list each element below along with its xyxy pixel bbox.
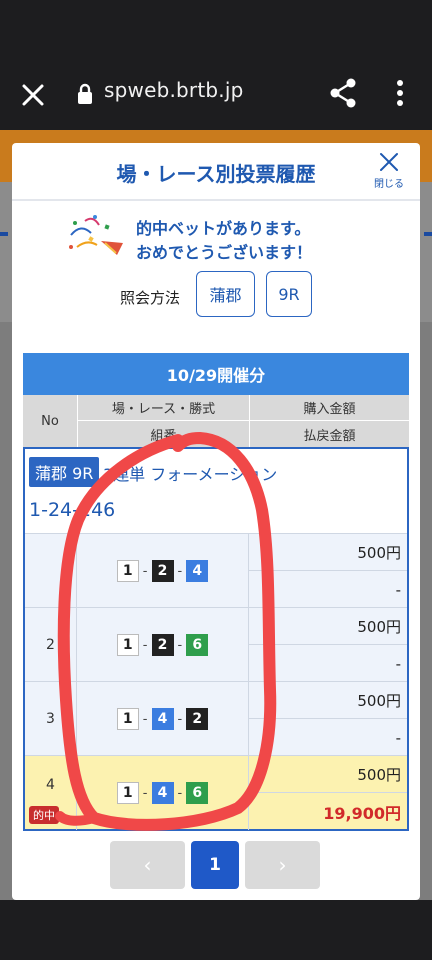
boat-number: 2 [151,560,174,582]
header-payout-amount: 払戻金額 [249,421,409,447]
close-icon [380,153,398,171]
amount-cell: 500円 - [249,682,407,756]
bet-history-table: 10/29開催分 No 場・レース・勝式 購入金額 組番 払戻金額 蒲郡 9R … [23,353,409,831]
table-row: 1- 2- 4 500円 - [25,533,407,608]
boat-number: 6 [186,782,209,804]
boat-number: 2 [151,634,174,656]
payout-amount: - [395,580,401,599]
combination-cell: 1- 2- 4 [77,534,249,608]
status-bar [0,0,432,60]
current-page-button[interactable]: 1 [191,841,239,889]
boat-number: 4 [151,708,174,730]
share-icon[interactable] [328,77,358,109]
table-row: 3 1- 4- 2 500円 - [25,681,407,756]
modal-header: 場・レース別投票履歴 閉じる [12,143,420,201]
formation-label: 1-24-246 [29,499,116,521]
payout-amount: 19,900円 [323,803,401,823]
history-modal: 場・レース別投票履歴 閉じる 的中ベットがあります。 おめでとうございます！ 照… [12,143,420,900]
row-no: 3 [25,682,77,756]
combination-cell: 1- 2- 6 [77,608,249,682]
prev-page-button[interactable]: ‹ [110,841,185,889]
amount-cell: 500円 - [249,608,407,682]
lock-icon [78,83,92,104]
purchase-amount: 500円 [249,682,407,719]
purchase-amount: 500円 [249,534,407,571]
pagination: ‹ 1 › [110,841,320,889]
navigation-bar [0,900,432,960]
bet-group: 蒲郡 9R 3連単 フォーメーション 1-24-246 1- 2- 4 500円… [23,447,409,831]
table-row: 2 1- 2- 6 500円 - [25,607,407,682]
purchase-amount: 500円 [249,608,407,645]
table-header: No 場・レース・勝式 購入金額 組番 払戻金額 [23,395,409,447]
row-no: 2 [25,608,77,682]
header-no: No [41,413,59,429]
bet-type-label: 3連単 フォーメーション [103,465,278,484]
background-accent [424,232,432,236]
boat-number: 4 [151,782,174,804]
row-no: 4 的中 [25,756,77,830]
header-combination: 組番 [77,421,249,447]
boat-number: 4 [186,560,209,582]
bet-group-header: 蒲郡 9R 3連単 フォーメーション 1-24-246 [25,449,407,533]
boat-number: 1 [116,560,139,582]
query-method-row: 照会方法 蒲郡 9R [12,271,420,335]
query-race-chip[interactable]: 9R [266,271,312,317]
close-tab-icon[interactable] [18,80,48,110]
browser-toolbar: spweb.brtb.jp [0,60,432,130]
url-text[interactable]: spweb.brtb.jp [104,78,244,102]
congrats-message-1: 的中ベットがあります。 [136,219,311,238]
boat-number: 1 [116,782,139,804]
combination-cell: 1- 4- 2 [77,682,249,756]
amount-cell: 500円 19,900円 [249,756,407,830]
congrats-banner: 的中ベットがあります。 おめでとうございます！ [12,201,420,271]
boat-number: 1 [116,708,139,730]
amount-cell: 500円 - [249,534,407,608]
date-header: 10/29開催分 [23,353,409,395]
header-purchase-amount: 購入金額 [249,395,409,421]
table-row-hit: 4 的中 1- 4- 6 500円 19,900円 [25,755,407,830]
next-page-button[interactable]: › [245,841,320,889]
query-venue-chip[interactable]: 蒲郡 [196,271,255,317]
background-accent [0,232,8,236]
row-no [25,534,77,608]
boat-number: 1 [116,634,139,656]
venue-race-tag: 蒲郡 9R [29,457,100,487]
payout-amount: - [395,654,401,673]
combination-cell: 1- 4- 6 [77,756,249,830]
row-no-text: 4 [46,777,55,793]
boat-number: 2 [186,708,209,730]
close-label: 閉じる [374,179,404,190]
boat-number: 6 [186,634,209,656]
query-method-label: 照会方法 [120,289,181,307]
purchase-amount: 500円 [249,756,407,793]
payout-amount: - [395,728,401,747]
hit-badge: 的中 [29,806,59,824]
header-venue-race-type: 場・レース・勝式 [77,395,249,421]
more-options-icon[interactable] [390,77,410,109]
modal-title: 場・レース別投票履歴 [116,162,316,186]
party-popper-icon [69,215,123,255]
close-button[interactable]: 閉じる [370,151,408,197]
congrats-message-2: おめでとうございます！ [136,243,313,262]
